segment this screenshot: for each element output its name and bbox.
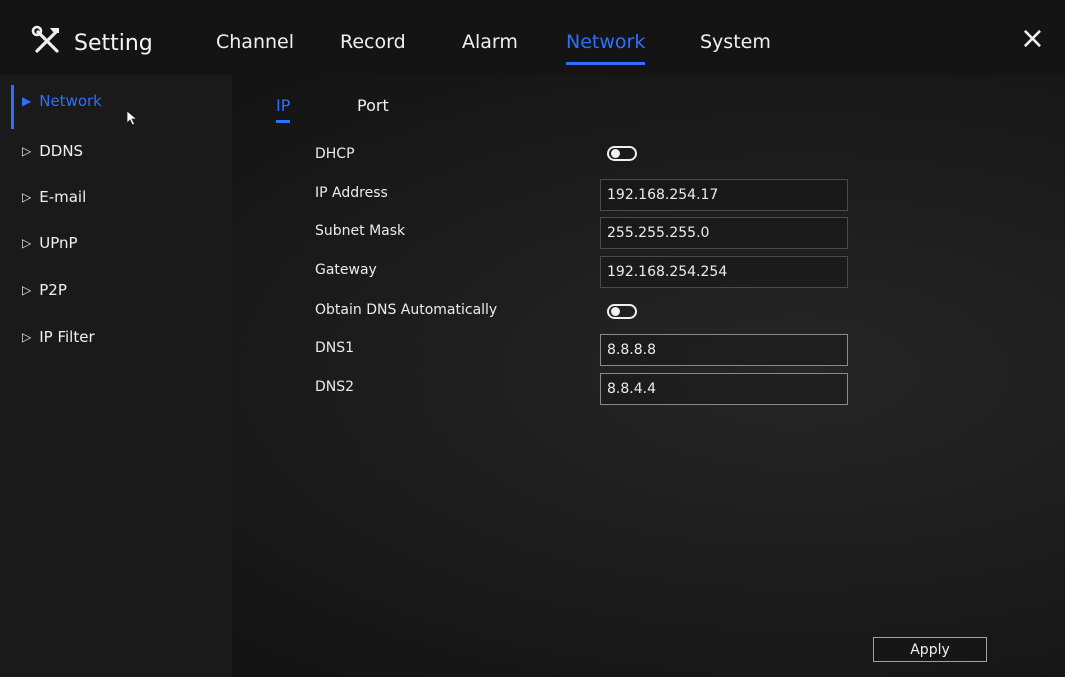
subtab-label: Port <box>357 96 389 115</box>
gateway-label: Gateway <box>315 262 377 278</box>
close-icon[interactable]: × <box>1020 24 1045 54</box>
ip-address-label: IP Address <box>315 185 388 201</box>
sidebar-item-label: P2P <box>39 281 67 299</box>
sidebar-item-ip-filter[interactable]: ▷ IP Filter <box>22 328 95 346</box>
tab-label: System <box>700 31 771 53</box>
dhcp-label: DHCP <box>315 146 355 162</box>
subtab-label: IP <box>276 96 291 115</box>
toggle-knob <box>611 307 620 316</box>
sidebar-item-network[interactable]: ▶ Network <box>22 92 102 110</box>
settings-screen: Setting Channel Record Alarm Network Sys… <box>0 0 1065 677</box>
tab-alarm[interactable]: Alarm <box>462 31 518 53</box>
sidebar-item-ddns[interactable]: ▷ DDNS <box>22 142 83 160</box>
tab-label: Alarm <box>462 31 518 53</box>
tab-network[interactable]: Network <box>566 31 646 65</box>
subtab-port[interactable]: Port <box>357 96 389 115</box>
subnet-mask-field[interactable]: 255.255.255.0 <box>600 217 848 249</box>
sidebar-item-label: DDNS <box>39 142 84 160</box>
tab-label: Record <box>340 31 406 53</box>
obtain-dns-toggle[interactable] <box>607 304 637 319</box>
dns2-label: DNS2 <box>315 379 355 395</box>
dns1-label: DNS1 <box>315 340 355 356</box>
sidebar-item-email[interactable]: ▷ E-mail <box>22 188 86 206</box>
mouse-cursor-icon <box>126 110 138 130</box>
arrow-right-outline-icon: ▷ <box>22 330 32 344</box>
sidebar-item-label: IP Filter <box>39 328 95 346</box>
toggle-knob <box>611 149 620 158</box>
sidebar-item-upnp[interactable]: ▷ UPnP <box>22 234 78 252</box>
dns2-field[interactable]: 8.8.4.4 <box>600 373 848 405</box>
sidebar-item-p2p[interactable]: ▷ P2P <box>22 281 67 299</box>
settings-title: Setting <box>30 24 153 62</box>
arrow-right-outline-icon: ▷ <box>22 283 32 297</box>
tab-system[interactable]: System <box>700 31 771 53</box>
sidebar: ▶ Network ▷ DDNS ▷ E-mail ▷ UPnP ▷ P2P ▷… <box>0 75 232 677</box>
subnet-mask-label: Subnet Mask <box>315 223 406 239</box>
arrow-right-icon: ▶ <box>22 94 32 108</box>
sidebar-active-indicator <box>11 85 14 129</box>
ip-address-field[interactable]: 192.168.254.17 <box>600 179 848 211</box>
obtain-dns-label: Obtain DNS Automatically <box>315 302 498 318</box>
apply-button[interactable]: Apply <box>873 637 987 662</box>
gateway-field[interactable]: 192.168.254.254 <box>600 256 848 288</box>
page-title: Setting <box>74 30 153 56</box>
tab-label: Channel <box>216 31 295 53</box>
active-subtab-underline <box>276 120 291 123</box>
arrow-right-outline-icon: ▷ <box>22 236 32 250</box>
top-bar: Setting Channel Record Alarm Network Sys… <box>0 0 1065 75</box>
tab-record[interactable]: Record <box>340 31 406 53</box>
tab-channel[interactable]: Channel <box>216 31 294 53</box>
dhcp-toggle[interactable] <box>607 146 637 161</box>
arrow-right-outline-icon: ▷ <box>22 190 32 204</box>
dns1-field[interactable]: 8.8.8.8 <box>600 334 848 366</box>
sidebar-item-label: UPnP <box>39 234 78 252</box>
active-tab-underline <box>566 62 646 65</box>
tab-label: Network <box>566 31 646 53</box>
tools-icon <box>30 24 64 62</box>
sidebar-item-label: Network <box>39 92 102 110</box>
arrow-right-outline-icon: ▷ <box>22 144 32 158</box>
sidebar-item-label: E-mail <box>39 188 87 206</box>
subtab-ip[interactable]: IP <box>276 96 291 123</box>
